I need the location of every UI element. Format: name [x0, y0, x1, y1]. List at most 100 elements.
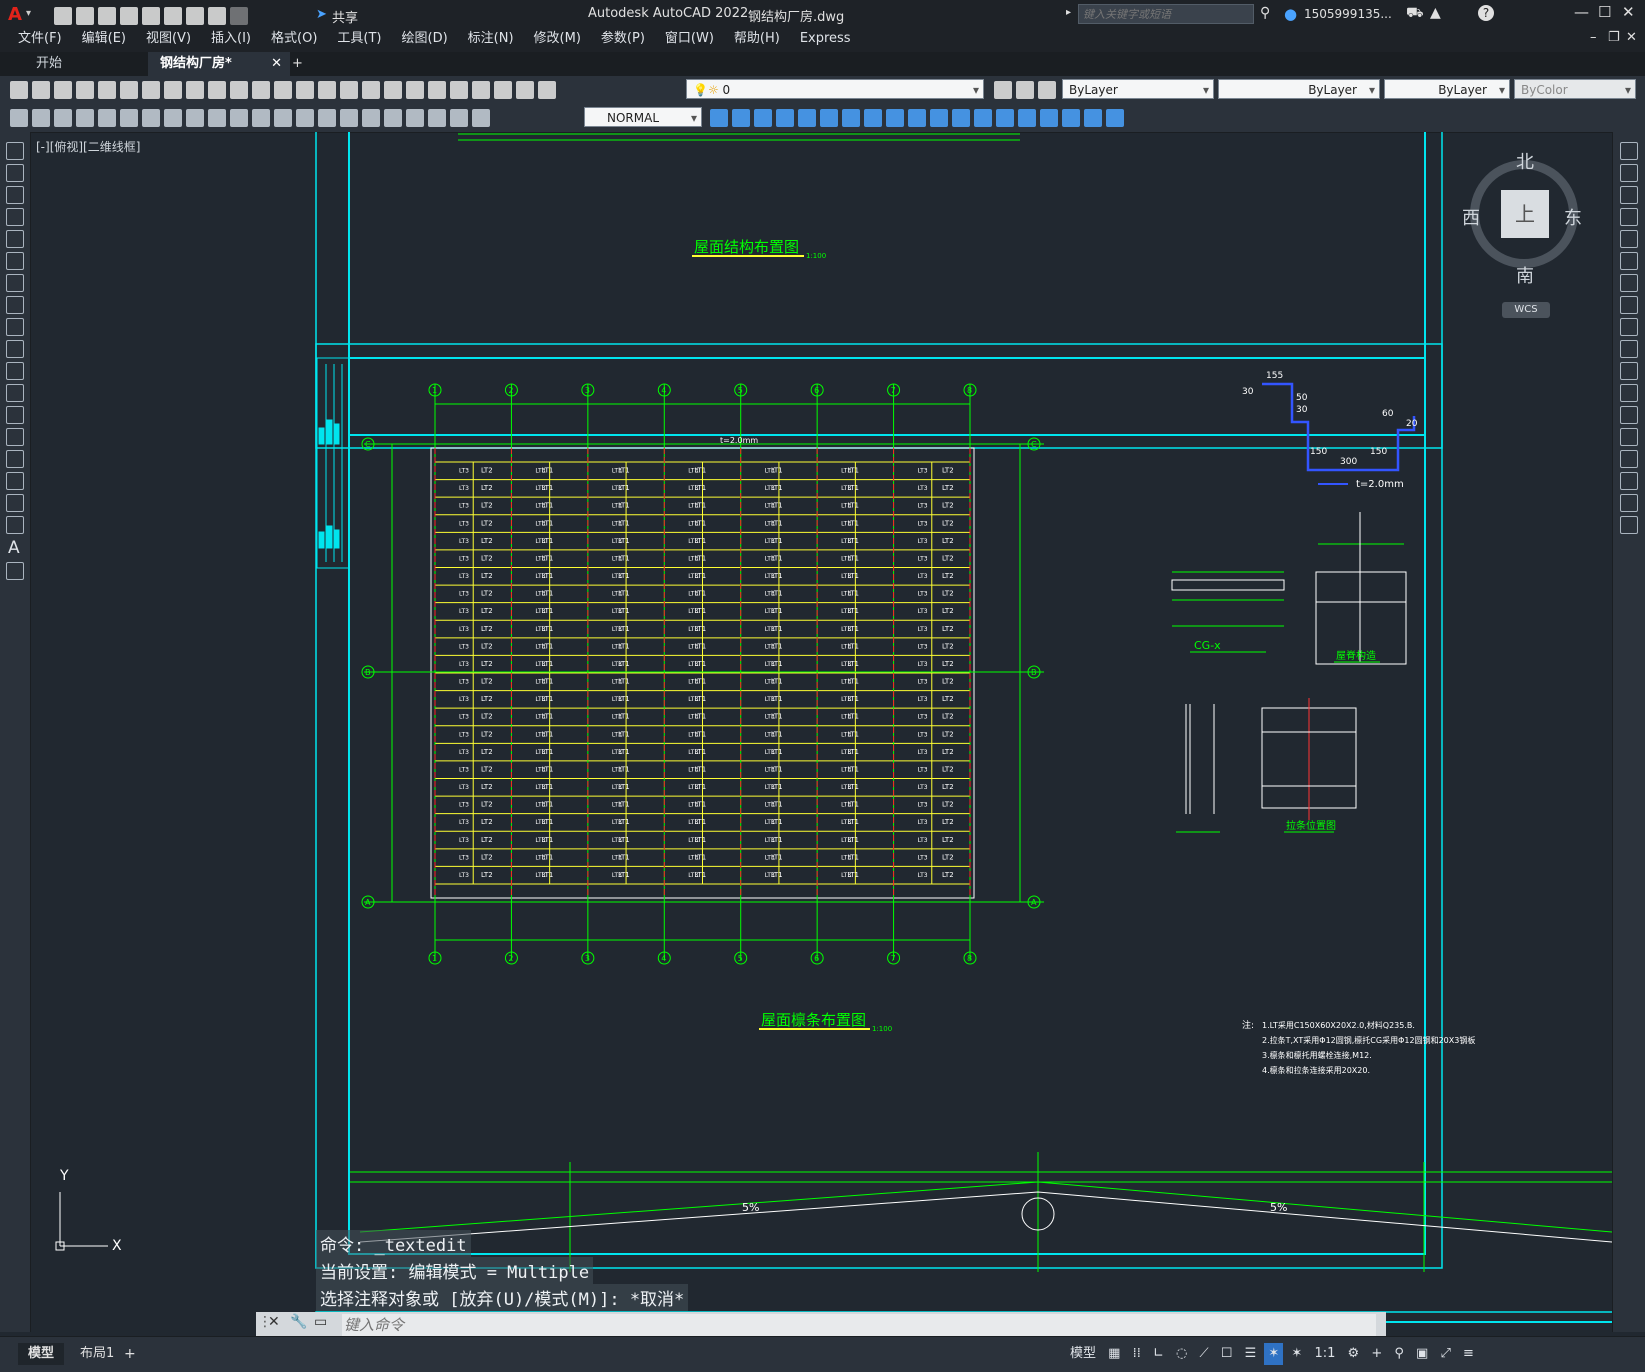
spline-tool-icon[interactable]	[6, 318, 24, 336]
toolbar-3d-icon[interactable]	[1018, 109, 1036, 127]
dim-edit-icon[interactable]	[428, 109, 446, 127]
join-icon[interactable]	[1620, 428, 1638, 446]
user-account[interactable]: 1505999135...	[1304, 7, 1392, 21]
design-center-icon[interactable]	[428, 81, 446, 99]
undo-icon[interactable]	[274, 81, 292, 99]
menu-draw[interactable]: 绘图(D)	[392, 26, 458, 52]
polar-icon[interactable]: ◌	[1172, 1343, 1191, 1365]
app-menu-chevron-icon[interactable]: ▾	[26, 8, 31, 19]
menu-insert[interactable]: 插入(I)	[201, 26, 261, 52]
quick-dim-icon[interactable]	[252, 109, 270, 127]
toolbar-3d-icon[interactable]	[886, 109, 904, 127]
command-input[interactable]	[342, 1314, 1376, 1336]
grid-icon[interactable]: ▦	[1104, 1343, 1124, 1365]
toolbar-3d-icon[interactable]	[908, 109, 926, 127]
rectangle-tool-icon[interactable]	[6, 230, 24, 248]
model-space-button[interactable]: 模型	[1066, 1343, 1100, 1365]
lineweight-icon[interactable]: ☰	[1241, 1343, 1261, 1365]
sheet-set-icon[interactable]	[472, 81, 490, 99]
menu-edit[interactable]: 编辑(E)	[72, 26, 136, 52]
layer-match-icon[interactable]	[1016, 81, 1034, 99]
polygon-tool-icon[interactable]	[6, 208, 24, 226]
cut-icon[interactable]	[164, 81, 182, 99]
maximize-icon[interactable]: ☐	[1598, 3, 1611, 21]
viewcube-top-face[interactable]: 上	[1501, 190, 1549, 238]
pan-icon[interactable]	[318, 81, 336, 99]
toolbar-3d-icon[interactable]	[1084, 109, 1102, 127]
close-icon[interactable]: ✕	[1622, 3, 1635, 21]
ordinate-dim-icon[interactable]	[142, 109, 160, 127]
redo-icon[interactable]	[230, 7, 248, 25]
construction-line-icon[interactable]	[6, 164, 24, 182]
tab-start[interactable]: 开始	[24, 52, 74, 76]
ellipse-arc-tool-icon[interactable]	[6, 362, 24, 380]
toolbar-3d-icon[interactable]	[974, 109, 992, 127]
copy-icon[interactable]	[186, 81, 204, 99]
save-web-icon[interactable]	[164, 7, 182, 25]
circle-tool-icon[interactable]	[6, 274, 24, 292]
blend-icon[interactable]	[1620, 494, 1638, 512]
cart-icon[interactable]: ⛟	[1406, 5, 1424, 23]
command-recent-icon[interactable]: ▭	[314, 1314, 327, 1330]
command-customize-icon[interactable]: 🔧	[290, 1314, 307, 1330]
region-tool-icon[interactable]	[6, 494, 24, 512]
new-icon[interactable]	[10, 81, 28, 99]
open-file-icon[interactable]	[76, 7, 94, 25]
save-as-icon[interactable]	[120, 7, 138, 25]
array-icon[interactable]	[1620, 230, 1638, 248]
offset-icon[interactable]	[1620, 208, 1638, 226]
hatch-tool-icon[interactable]	[6, 450, 24, 468]
compass-south[interactable]: 南	[1516, 262, 1534, 288]
new-tab-button[interactable]: +	[280, 52, 315, 76]
toolbar-3d-icon[interactable]	[1040, 109, 1058, 127]
tolerance-icon[interactable]	[340, 109, 358, 127]
new-file-icon[interactable]	[54, 7, 72, 25]
arc-tool-icon[interactable]	[6, 252, 24, 270]
layer-properties-icon[interactable]	[538, 81, 556, 99]
dim-update-icon[interactable]	[472, 109, 490, 127]
layout-tab-model[interactable]: 模型	[18, 1343, 65, 1365]
drawing-canvas[interactable]: 1122334455667788LT2LT3 LT1LT3 LT1LT3 LT1LT3…	[30, 132, 1612, 1336]
toolbar-3d-icon[interactable]	[776, 109, 794, 127]
zoom-previous-icon[interactable]	[384, 81, 402, 99]
toolbar-tool-icon[interactable]	[10, 109, 28, 127]
mirror-icon[interactable]	[1620, 186, 1638, 204]
isodraft-icon[interactable]: ⟋	[1196, 1343, 1213, 1365]
compass-north[interactable]: 北	[1516, 148, 1534, 174]
baseline-dim-icon[interactable]	[274, 109, 292, 127]
menu-modify[interactable]: 修改(M)	[524, 26, 591, 52]
inspection-icon[interactable]	[384, 109, 402, 127]
globe-icon[interactable]	[142, 81, 160, 99]
layer-isolate-icon[interactable]	[1038, 81, 1056, 99]
plotstyle-dropdown[interactable]: ByColor	[1514, 79, 1636, 100]
menu-view[interactable]: 视图(V)	[136, 26, 201, 52]
lineweight-dropdown[interactable]: ByLayer	[1384, 79, 1510, 100]
explode-icon[interactable]	[1620, 516, 1638, 534]
polyline-tool-icon[interactable]	[6, 186, 24, 204]
linetype-dropdown[interactable]: ByLayer	[1218, 79, 1380, 100]
arc-length-icon[interactable]	[120, 109, 138, 127]
menu-dimension[interactable]: 标注(N)	[458, 26, 524, 52]
customize-icon[interactable]: ≡	[1459, 1343, 1478, 1365]
toolbar-3d-icon[interactable]	[1106, 109, 1124, 127]
toolbar-3d-icon[interactable]	[732, 109, 750, 127]
stretch-icon[interactable]	[1620, 318, 1638, 336]
fillet-icon[interactable]	[1620, 472, 1638, 490]
search-expand-icon[interactable]: ▸	[1066, 7, 1071, 18]
toolbar-3d-icon[interactable]	[710, 109, 728, 127]
add-selected-icon[interactable]	[6, 562, 24, 580]
calculator-icon[interactable]	[494, 81, 512, 99]
toolbar-3d-icon[interactable]	[754, 109, 772, 127]
compass-east[interactable]: 东	[1564, 204, 1582, 230]
angular-dim-icon[interactable]	[230, 109, 248, 127]
point-tool-icon[interactable]	[6, 428, 24, 446]
annotation-scale[interactable]: 1:1	[1310, 1343, 1339, 1365]
copy-object-icon[interactable]	[1620, 164, 1638, 182]
brush-icon[interactable]	[252, 81, 270, 99]
text-tool-icon[interactable]: A	[8, 538, 22, 558]
search-input[interactable]	[1078, 4, 1254, 24]
dim-text-edit-icon[interactable]	[450, 109, 468, 127]
toolbar-3d-icon[interactable]	[820, 109, 838, 127]
table-tool-icon[interactable]	[6, 516, 24, 534]
open-web-icon[interactable]	[142, 7, 160, 25]
